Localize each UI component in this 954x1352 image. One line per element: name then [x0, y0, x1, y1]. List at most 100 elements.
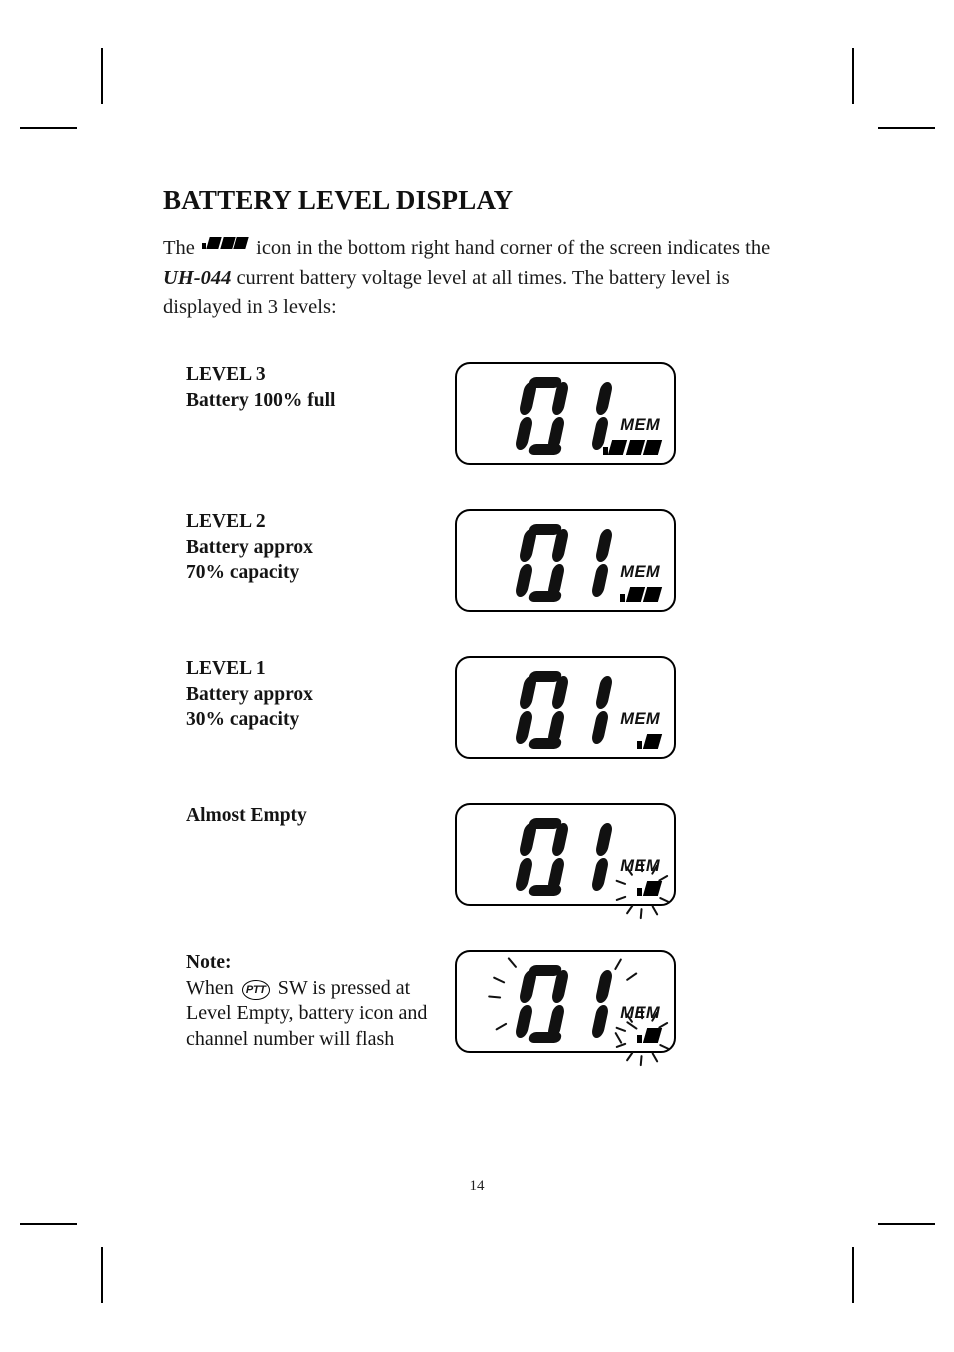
page-number: 14 — [469, 1178, 485, 1194]
flash-ray — [495, 1022, 508, 1031]
battery-bar-1 — [608, 440, 628, 455]
note-body: When PTT SW is pressed at Level Empty, b… — [186, 977, 427, 1050]
segment-tl — [518, 823, 538, 856]
battery-terminal-nub — [637, 888, 643, 896]
row-label-level-3: LEVEL 3 Battery 100% full — [186, 362, 436, 413]
lcd-screen-area: MEM — [457, 952, 674, 1067]
battery-bar-2 — [625, 440, 645, 455]
segment-bottom — [527, 738, 563, 749]
segment-bottom — [527, 885, 563, 896]
battery-level-row-almost-empty: Almost Empty MEM — [163, 803, 791, 920]
row-label-line-3: 30% capacity — [186, 709, 300, 730]
row-label-line-2: Battery approx — [186, 536, 313, 558]
row-label-line-3: 70% capacity — [186, 562, 300, 583]
row-label-level-1: LEVEL 1 Battery approx 30% capacity — [186, 656, 436, 733]
battery-bar-1 — [642, 881, 662, 896]
intro-text-part3: current battery voltage level at all tim… — [163, 267, 730, 318]
battery-bar-1 — [625, 587, 645, 602]
row-label-line-1: LEVEL 1 — [186, 658, 266, 679]
battery-bar-1 — [642, 1028, 662, 1043]
lcd-mem-indicator: MEM — [620, 710, 660, 728]
lcd-channel-number — [514, 523, 629, 603]
lcd-display-level-2: MEM — [455, 509, 676, 612]
lcd-channel-number — [514, 670, 629, 750]
battery-level-row-level-3: LEVEL 3 Battery 100% full MEM — [163, 362, 791, 470]
segment-br — [590, 1005, 610, 1038]
lcd-battery-indicator — [602, 440, 662, 455]
lcd-mem-indicator: MEM — [620, 416, 660, 434]
segment-tl — [518, 970, 538, 1003]
flash-ray — [658, 896, 670, 904]
lcd-digit-1 — [514, 376, 571, 456]
row-label-note: Note: When PTT SW is pressed at Level Emp… — [186, 950, 436, 1052]
battery-terminal-nub — [637, 1035, 643, 1043]
segment-tr — [594, 382, 614, 415]
lcd-battery-indicator — [620, 587, 662, 602]
segment-tr — [594, 676, 614, 709]
flash-ray — [492, 976, 506, 984]
flash-ray — [658, 1043, 670, 1051]
lcd-screen-area: MEM — [457, 805, 674, 920]
intro-text-part2: icon in the bottom right hand corner of … — [256, 237, 771, 259]
battery-icon-graphic — [201, 237, 250, 249]
battery-terminal-nub — [637, 741, 643, 749]
row-label-line-2: Battery approx — [186, 683, 313, 705]
flash-ray — [625, 1051, 634, 1062]
battery-level-row-level-1: LEVEL 1 Battery approx 30% capacity MEM — [163, 656, 791, 764]
flash-ray — [639, 908, 643, 920]
model-name: UH-044 — [163, 267, 232, 289]
segment-tr — [594, 529, 614, 562]
lcd-display-almost-empty: MEM — [455, 803, 676, 920]
battery-terminal-nub — [201, 242, 206, 249]
segment-bottom — [527, 444, 563, 455]
battery-terminal-nub — [620, 594, 626, 602]
lcd-digit-1 — [514, 523, 571, 603]
battery-level-row-note: Note: When PTT SW is pressed at Level Emp… — [163, 950, 791, 1067]
lcd-screen-area: MEM — [457, 658, 674, 757]
lcd-battery-indicator — [637, 881, 662, 896]
lcd-display-level-3: MEM — [455, 362, 676, 465]
crop-mark-top-left-vertical — [101, 48, 103, 104]
note-title: Note: — [186, 952, 232, 973]
flash-ray — [650, 905, 659, 916]
lcd-digit-1 — [514, 964, 571, 1044]
lcd-display-note: MEM — [455, 950, 676, 1067]
battery-level-rows: LEVEL 3 Battery 100% full MEM LEVEL 2 Batter… — [163, 362, 791, 1067]
lcd-mem-indicator: MEM — [620, 857, 660, 875]
lcd-display-level-1: MEM — [455, 656, 676, 759]
segment-tl — [518, 676, 538, 709]
lcd-channel-number — [514, 817, 629, 897]
row-label-line-1: LEVEL 2 — [186, 511, 266, 532]
page-content: BATTERY LEVEL DISPLAY The icon in the bot… — [163, 185, 791, 1097]
crop-mark-bottom-right-vertical — [852, 1247, 854, 1303]
row-label-line-1: Almost Empty — [186, 805, 307, 826]
battery-bar-3 — [233, 237, 250, 249]
row-label-line-1: LEVEL 3 — [186, 364, 266, 385]
battery-bar-1 — [206, 237, 222, 249]
segment-tr — [594, 823, 614, 856]
ptt-button-icon: PTT — [241, 979, 270, 1000]
row-label-line-2: Battery 100% full — [186, 389, 336, 411]
lcd-digit-1 — [514, 670, 571, 750]
crop-mark-bottom-left-vertical — [101, 1247, 103, 1303]
lcd-battery-indicator — [637, 1028, 662, 1043]
battery-bar-2 — [642, 587, 662, 602]
flash-ray — [650, 1052, 659, 1063]
flash-ray — [507, 956, 518, 969]
segment-bottom — [527, 591, 563, 602]
segment-tl — [518, 382, 538, 415]
row-label-almost-empty: Almost Empty — [186, 803, 436, 829]
flash-ray — [488, 995, 502, 999]
crop-mark-top-right-vertical — [852, 48, 854, 104]
row-label-level-2: LEVEL 2 Battery approx 70% capacity — [186, 509, 436, 586]
lcd-battery-indicator — [637, 734, 662, 749]
segment-tl — [518, 529, 538, 562]
flash-ray — [625, 904, 634, 915]
lcd-channel-number — [514, 964, 629, 1044]
flash-ray — [639, 1055, 643, 1067]
crop-mark-top-right-horizontal — [878, 127, 935, 129]
segment-bottom — [527, 1032, 563, 1043]
page-title: BATTERY LEVEL DISPLAY — [163, 185, 514, 215]
segment-br — [590, 564, 610, 597]
segment-tr — [594, 970, 614, 1003]
